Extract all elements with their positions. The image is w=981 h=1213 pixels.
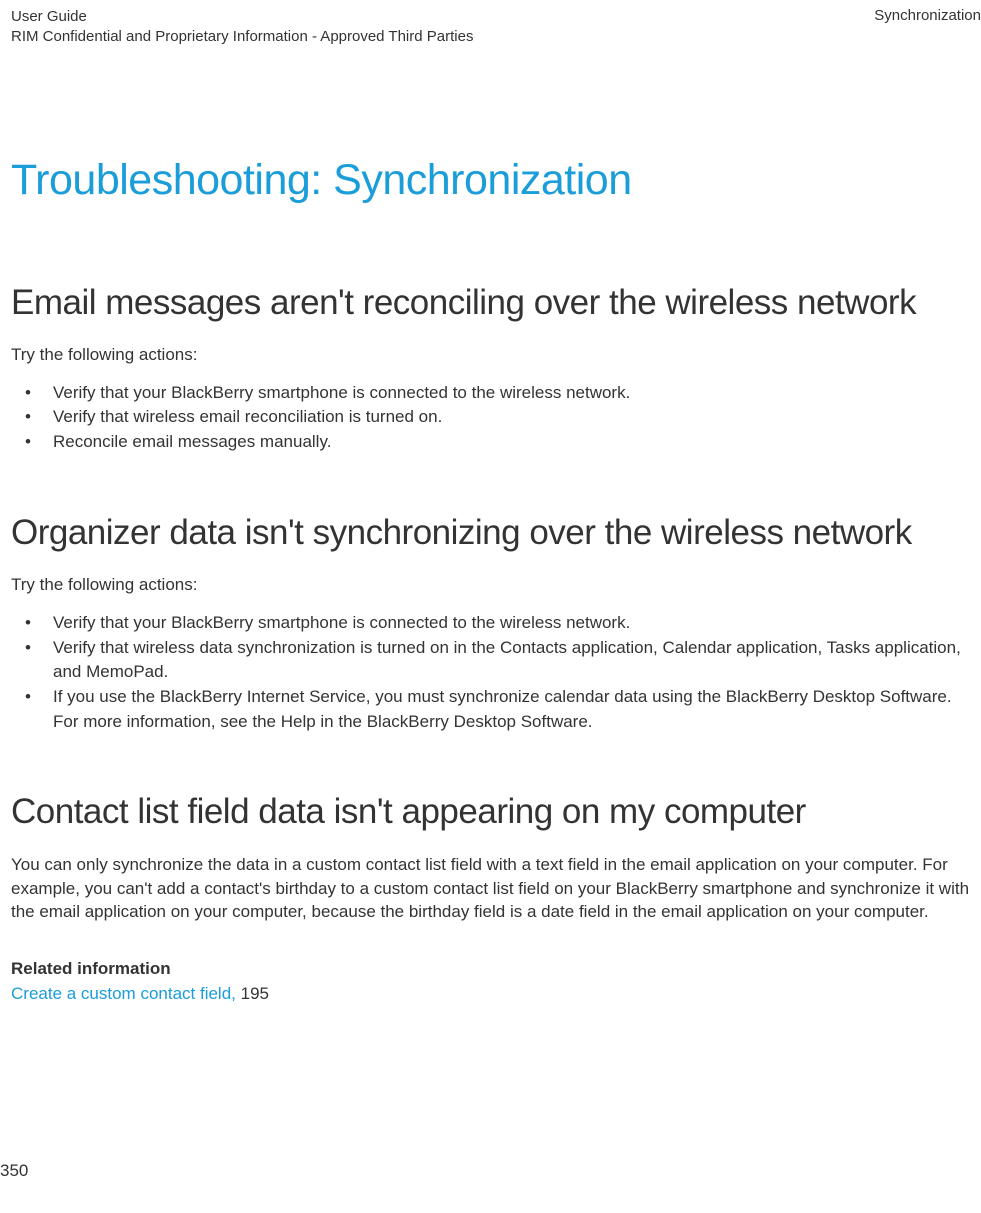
section3-heading: Contact list field data isn't appearing … — [11, 789, 970, 835]
related-link-row: Create a custom contact field, 195 — [11, 984, 970, 1004]
header-title: User Guide — [11, 7, 473, 27]
page-number: 350 — [0, 1161, 28, 1181]
list-item: Verify that wireless email reconciliatio… — [25, 405, 970, 430]
section3-body: You can only synchronize the data in a c… — [11, 853, 970, 924]
page-content: Troubleshooting: Synchronization Email m… — [0, 156, 981, 1005]
header-right: Synchronization — [874, 7, 981, 48]
page-header: User Guide RIM Confidential and Propriet… — [0, 0, 981, 48]
related-heading: Related information — [11, 959, 970, 979]
section2-heading: Organizer data isn't synchronizing over … — [11, 510, 970, 556]
list-item: Reconcile email messages manually. — [25, 430, 970, 455]
page-title: Troubleshooting: Synchronization — [11, 156, 970, 205]
section1-list: Verify that your BlackBerry smartphone i… — [11, 381, 970, 455]
header-left: User Guide RIM Confidential and Propriet… — [11, 7, 473, 48]
section1-intro: Try the following actions: — [11, 343, 970, 367]
list-item: Verify that your BlackBerry smartphone i… — [25, 381, 970, 406]
list-item: Verify that wireless data synchronizatio… — [25, 636, 970, 685]
header-confidential: RIM Confidential and Proprietary Informa… — [11, 27, 473, 47]
section1-heading: Email messages aren't reconciling over t… — [11, 280, 970, 326]
list-item: Verify that your BlackBerry smartphone i… — [25, 611, 970, 636]
related-link[interactable]: Create a custom contact field, — [11, 984, 236, 1003]
section2-intro: Try the following actions: — [11, 573, 970, 597]
related-link-page: 195 — [236, 984, 269, 1003]
section2-list: Verify that your BlackBerry smartphone i… — [11, 611, 970, 734]
list-item: If you use the BlackBerry Internet Servi… — [25, 685, 970, 734]
